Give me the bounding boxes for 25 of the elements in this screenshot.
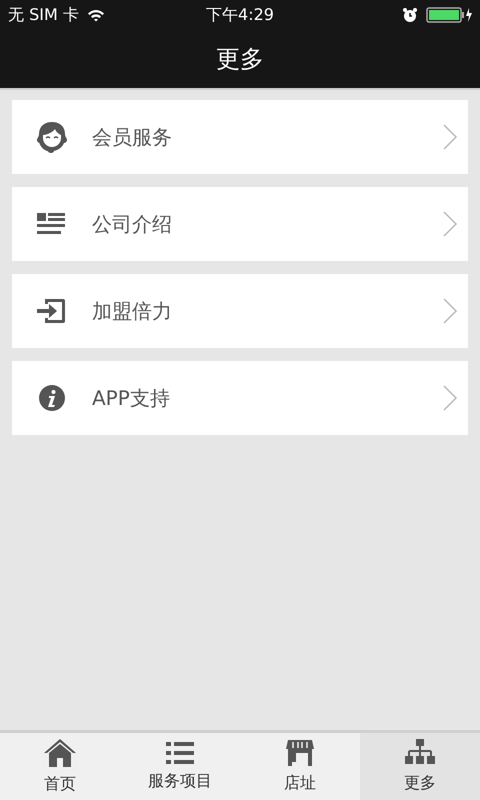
menu-item[interactable]: APP支持 (12, 361, 468, 435)
info-icon (38, 384, 66, 412)
sitemap-icon (405, 738, 435, 766)
chevron-icon (442, 297, 458, 325)
tab-item[interactable]: 更多 (360, 733, 480, 800)
alarm-icon (402, 7, 418, 23)
home-icon (43, 738, 77, 768)
clock-time: 下午4:29 (206, 5, 274, 24)
tab-item[interactable]: 服务项目 (120, 733, 240, 800)
carrier-label: 无 SIM 卡 (8, 4, 79, 26)
tab-item[interactable]: 店址 (240, 733, 360, 800)
chevron-icon (442, 123, 458, 151)
menu-item[interactable]: 加盟倍力 (12, 274, 468, 348)
chevron-icon (442, 384, 458, 412)
tab-item[interactable]: 首页 (0, 733, 120, 800)
news-icon (37, 213, 67, 235)
menu-item[interactable]: 公司介绍 (12, 187, 468, 261)
login-icon (37, 297, 67, 325)
chevron-icon (442, 210, 458, 238)
store-icon (285, 738, 315, 766)
menu-item[interactable]: 会员服务 (12, 100, 468, 174)
battery-icon (426, 7, 472, 23)
list-icon (166, 740, 194, 764)
wifi-icon (86, 8, 105, 22)
page-title: 更多 (216, 44, 264, 75)
